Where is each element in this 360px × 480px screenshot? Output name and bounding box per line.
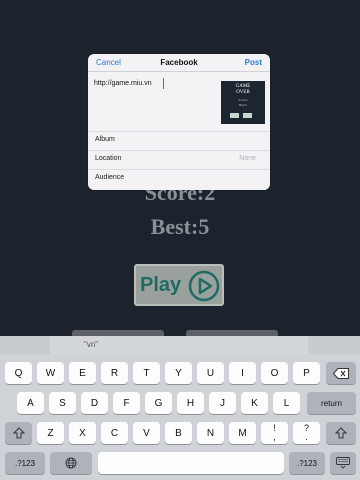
location-value: None bbox=[239, 155, 256, 162]
key-e[interactable]: E bbox=[69, 362, 96, 384]
audience-row[interactable]: Audience bbox=[88, 169, 270, 186]
thumbnail-best: Best:5 bbox=[239, 103, 247, 107]
key-question-period[interactable]: ? . bbox=[293, 422, 320, 444]
key-x[interactable]: X bbox=[69, 422, 96, 444]
key-v[interactable]: V bbox=[133, 422, 160, 444]
key-i[interactable]: I bbox=[229, 362, 256, 384]
key-l[interactable]: L bbox=[273, 392, 300, 414]
thumbnail-title: GAME OVER bbox=[221, 84, 265, 96]
key-n[interactable]: N bbox=[197, 422, 224, 444]
delete-key[interactable] bbox=[326, 362, 356, 384]
key-k[interactable]: K bbox=[241, 392, 268, 414]
play-circle-icon bbox=[188, 270, 220, 307]
text-cursor bbox=[163, 78, 164, 89]
key-p[interactable]: P bbox=[293, 362, 320, 384]
key-period-bottom: . bbox=[305, 432, 308, 442]
attachment-thumbnail: GAME OVER Score:2 Best:5 bbox=[221, 81, 265, 124]
key-d[interactable]: D bbox=[81, 392, 108, 414]
numbers-key-right[interactable]: .?123 bbox=[289, 452, 325, 474]
key-o[interactable]: O bbox=[261, 362, 288, 384]
on-screen-keyboard: "vn" Q W E R T Y U I O P A S D F G H J K… bbox=[0, 336, 360, 480]
key-exclaim-comma[interactable]: ! , bbox=[261, 422, 288, 444]
play-label: Play bbox=[140, 274, 182, 296]
cancel-button[interactable]: Cancel bbox=[96, 58, 121, 67]
return-key[interactable]: return bbox=[307, 392, 356, 414]
numbers-key-left[interactable]: .?123 bbox=[5, 452, 45, 474]
key-m[interactable]: M bbox=[229, 422, 256, 444]
shift-icon bbox=[12, 427, 25, 439]
key-q[interactable]: Q bbox=[5, 362, 32, 384]
best-text: Best:5 bbox=[150, 214, 210, 239]
audience-label: Audience bbox=[95, 174, 125, 181]
thumbnail-mini-button bbox=[243, 113, 252, 118]
key-comma-bottom: , bbox=[273, 432, 276, 442]
key-s[interactable]: S bbox=[49, 392, 76, 414]
key-b[interactable]: B bbox=[165, 422, 192, 444]
key-t[interactable]: T bbox=[133, 362, 160, 384]
location-label: Location bbox=[95, 155, 122, 162]
post-button[interactable]: Post bbox=[245, 58, 262, 67]
suggestion-item[interactable]: "vn" bbox=[50, 336, 308, 354]
key-a[interactable]: A bbox=[17, 392, 44, 414]
sheet-navigation-bar: Cancel Facebook Post bbox=[88, 54, 270, 72]
key-g[interactable]: G bbox=[145, 392, 172, 414]
thumbnail-title-line2: OVER bbox=[236, 90, 250, 95]
shift-key-right[interactable] bbox=[326, 422, 356, 444]
key-y[interactable]: Y bbox=[165, 362, 192, 384]
key-f[interactable]: F bbox=[113, 392, 140, 414]
suggestion-text: "vn" bbox=[84, 340, 99, 349]
location-row[interactable]: Location None bbox=[88, 150, 270, 167]
space-bar[interactable] bbox=[98, 452, 284, 474]
backspace-icon bbox=[333, 367, 349, 379]
keyboard-hide-icon bbox=[336, 457, 350, 469]
album-row[interactable]: Album bbox=[88, 131, 270, 148]
thumbnail-score: Score:2 bbox=[238, 98, 248, 102]
key-z[interactable]: Z bbox=[37, 422, 64, 444]
key-j[interactable]: J bbox=[209, 392, 236, 414]
shift-key-left[interactable] bbox=[5, 422, 32, 444]
facebook-share-sheet: Cancel Facebook Post http://game.miu.vn … bbox=[88, 54, 270, 190]
key-h[interactable]: H bbox=[177, 392, 204, 414]
suggestion-bar: "vn" bbox=[0, 336, 360, 354]
shift-icon bbox=[335, 427, 347, 439]
key-w[interactable]: W bbox=[37, 362, 64, 384]
globe-key[interactable] bbox=[50, 452, 92, 474]
hide-keyboard-key[interactable] bbox=[330, 452, 356, 474]
thumbnail-mini-button bbox=[230, 113, 239, 118]
album-label: Album bbox=[95, 136, 115, 143]
play-button[interactable]: Play bbox=[134, 264, 224, 306]
key-u[interactable]: U bbox=[197, 362, 224, 384]
key-c[interactable]: C bbox=[101, 422, 128, 444]
post-text-field[interactable]: http://game.miu.vn bbox=[94, 80, 152, 87]
globe-icon bbox=[65, 457, 77, 469]
key-r[interactable]: R bbox=[101, 362, 128, 384]
